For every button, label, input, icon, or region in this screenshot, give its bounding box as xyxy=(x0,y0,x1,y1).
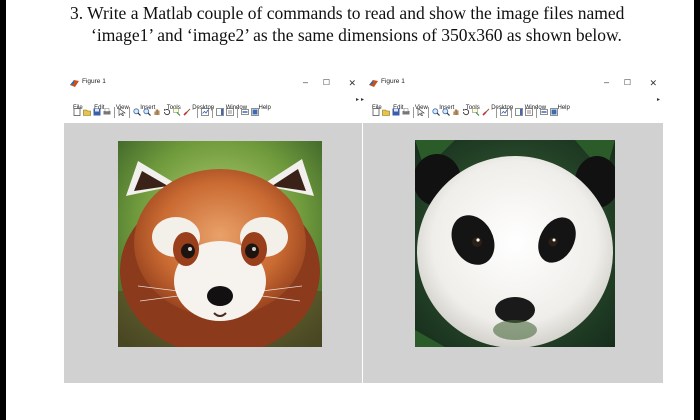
brush-dropdown-icon[interactable]: · xyxy=(491,107,499,115)
toolbar-separator xyxy=(536,107,537,118)
open-file-icon[interactable] xyxy=(382,108,390,116)
data-cursor-icon[interactable] xyxy=(472,108,480,116)
figure-window-1: Figure 1 – ☐ ✕ File Edit View Insert Too… xyxy=(64,76,362,383)
figure-titlebar: Figure 1 – ☐ ✕ xyxy=(64,76,362,90)
show-plot-tools-icon[interactable] xyxy=(550,108,558,116)
toolbar-separator xyxy=(413,107,414,118)
toolbar-separator xyxy=(511,107,512,118)
giant-panda-image xyxy=(415,140,615,347)
question-line-1: 3. Write a Matlab couple of commands to … xyxy=(70,3,625,23)
insert-colorbar-icon[interactable] xyxy=(515,108,523,116)
figure-toolbar: · xyxy=(363,107,663,120)
toolbar-separator xyxy=(129,107,130,118)
question-text: 3. Write a Matlab couple of commands to … xyxy=(70,2,670,46)
zoom-in-icon[interactable] xyxy=(432,108,440,116)
link-plot-icon[interactable] xyxy=(500,108,508,116)
maximize-button[interactable]: ☐ xyxy=(323,77,330,89)
menu-bar: File Edit View Insert Tools Desktop Wind… xyxy=(64,95,362,111)
toolbar-separator xyxy=(114,107,115,118)
toolbar-separator xyxy=(428,107,429,118)
document-page: 3. Write a Matlab couple of commands to … xyxy=(6,0,694,420)
insert-legend-icon[interactable] xyxy=(525,108,533,116)
hide-plot-tools-icon[interactable] xyxy=(540,108,548,116)
figure-title: Figure 1 xyxy=(381,78,405,85)
matlab-logo-icon xyxy=(70,80,79,87)
toolbar-separator xyxy=(496,107,497,118)
minimize-button[interactable]: – xyxy=(604,76,609,88)
open-file-icon[interactable] xyxy=(83,108,91,116)
edit-plot-arrow-icon[interactable] xyxy=(118,108,126,116)
matlab-logo-icon xyxy=(369,80,378,87)
figure-axes-area xyxy=(363,123,663,383)
print-icon[interactable] xyxy=(103,108,111,116)
insert-colorbar-icon[interactable] xyxy=(216,108,224,116)
figure-window-2: Figure 1 – ☐ ✕ ▸ File Edit View Insert T… xyxy=(361,76,663,383)
edit-plot-arrow-icon[interactable] xyxy=(417,108,425,116)
save-icon[interactable] xyxy=(392,108,400,116)
menu-overflow-arrow-icon[interactable]: ▸ xyxy=(356,96,359,103)
insert-legend-icon[interactable] xyxy=(226,108,234,116)
figure-titlebar: Figure 1 – ☐ ✕ xyxy=(363,76,663,90)
close-button[interactable]: ✕ xyxy=(649,77,657,89)
toolbar-separator xyxy=(197,107,198,118)
save-icon[interactable] xyxy=(93,108,101,116)
red-panda-image xyxy=(118,141,322,347)
brush-icon[interactable] xyxy=(482,108,490,116)
pan-hand-icon[interactable] xyxy=(452,108,460,116)
zoom-out-icon[interactable] xyxy=(442,108,450,116)
menu-bar: ▸ File Edit View Insert Tools Desktop Wi… xyxy=(361,95,663,111)
data-cursor-icon[interactable] xyxy=(173,108,181,116)
maximize-button[interactable]: ☐ xyxy=(624,77,631,89)
minimize-button[interactable]: – xyxy=(303,76,308,88)
rotate-3d-icon[interactable] xyxy=(462,108,470,116)
brush-dropdown-icon[interactable]: · xyxy=(192,107,200,115)
print-icon[interactable] xyxy=(402,108,410,116)
pan-hand-icon[interactable] xyxy=(153,108,161,116)
brush-icon[interactable] xyxy=(183,108,191,116)
figure-toolbar: · xyxy=(64,107,362,120)
link-plot-icon[interactable] xyxy=(201,108,209,116)
toolbar-separator xyxy=(237,107,238,118)
zoom-in-icon[interactable] xyxy=(133,108,141,116)
menu-overflow-arrow-icon[interactable]: ▸ xyxy=(361,96,364,103)
close-button[interactable]: ✕ xyxy=(348,77,356,89)
new-figure-icon[interactable] xyxy=(372,108,380,116)
question-line-2: ‘image1’ and ‘image2’ as the same dimens… xyxy=(91,25,622,45)
figure-title: Figure 1 xyxy=(82,78,106,85)
new-figure-icon[interactable] xyxy=(73,108,81,116)
toolbar-separator xyxy=(212,107,213,118)
zoom-out-icon[interactable] xyxy=(143,108,151,116)
show-plot-tools-icon[interactable] xyxy=(251,108,259,116)
menu-overflow-arrow-icon[interactable]: ▸ xyxy=(657,96,660,103)
rotate-3d-icon[interactable] xyxy=(163,108,171,116)
hide-plot-tools-icon[interactable] xyxy=(241,108,249,116)
figure-axes-area xyxy=(64,123,362,383)
